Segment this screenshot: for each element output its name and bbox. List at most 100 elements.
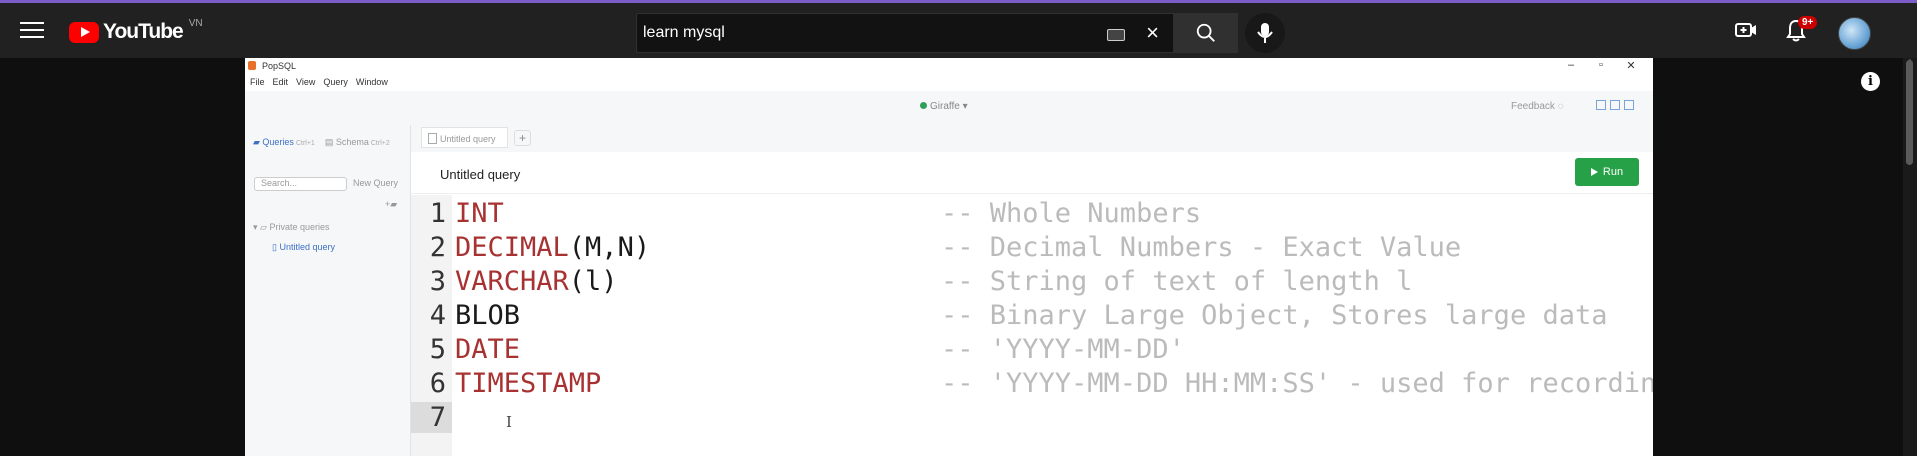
- page-scrollbar[interactable]: ▲: [1903, 58, 1917, 456]
- tab-schema-shortcut: Ctrl+2: [370, 140, 390, 147]
- new-query-button[interactable]: New Query: [353, 178, 398, 188]
- layout-toggles: [1596, 100, 1634, 110]
- line-number: 5: [429, 334, 446, 365]
- code-text: TIMESTAMP: [455, 368, 601, 399]
- layout-left-icon[interactable]: [1596, 100, 1606, 110]
- editor-line[interactable]: 7: [411, 402, 1653, 436]
- editor-line[interactable]: 2 DECIMAL(M,N) -- Decimal Numbers - Exact …: [411, 232, 1653, 266]
- youtube-logo[interactable]: YouTube VN: [69, 17, 203, 44]
- popsql-window: PopSQL – ▫ ✕ File Edit View Query Window…: [245, 58, 1653, 456]
- maximize-button[interactable]: ▫: [1586, 59, 1616, 71]
- connection-name: Giraffe: [930, 101, 960, 112]
- sql-comment: -- Decimal Numbers - Exact Value: [941, 232, 1462, 263]
- clear-icon[interactable]: ×: [1146, 20, 1159, 46]
- code-text: VARCHAR(l): [455, 266, 618, 297]
- query-tabs: Untitled query +: [411, 125, 1653, 152]
- tab-queries-shortcut: Ctrl+1: [295, 140, 315, 147]
- sql-comment: -- 'YYYY-MM-DD': [941, 334, 1185, 365]
- sql-keyword: VARCHAR: [455, 266, 569, 297]
- avatar[interactable]: [1838, 17, 1871, 50]
- editor-line[interactable]: 5 DATE -- 'YYYY-MM-DD': [411, 334, 1653, 368]
- search-icon: [1196, 23, 1215, 42]
- feedback-label: Feedback: [1511, 101, 1555, 112]
- sql-keyword: INT: [455, 198, 504, 229]
- connection-status-dot: [920, 102, 927, 109]
- sql-keyword: TIMESTAMP: [455, 368, 602, 399]
- minimize-button[interactable]: –: [1556, 59, 1586, 71]
- menu-query[interactable]: Query: [323, 75, 348, 91]
- line-number: 3: [429, 266, 446, 297]
- add-tab-button[interactable]: +: [514, 130, 531, 146]
- app-toolbar: Giraffe ▾ Feedback ◌: [245, 91, 1653, 125]
- scrollbar-thumb[interactable]: [1906, 60, 1913, 165]
- new-folder-icon[interactable]: +▰: [385, 199, 397, 210]
- tab-untitled-query[interactable]: Untitled query: [421, 127, 508, 148]
- sql-keyword: DECIMAL: [455, 232, 569, 263]
- editor-line[interactable]: 6 TIMESTAMP -- 'YYYY-MM-DD HH:MM:SS' - use…: [411, 368, 1653, 402]
- sql-comment: -- String of text of length l: [941, 266, 1413, 297]
- tree-group-label: Private queries: [269, 222, 330, 232]
- connection-selector[interactable]: Giraffe ▾: [920, 101, 968, 112]
- layout-right-icon[interactable]: [1624, 100, 1634, 110]
- search-button[interactable]: [1174, 13, 1238, 53]
- sidebar: ▰ Queries Ctrl+1 ▤ Schema Ctrl+2 Search...…: [245, 125, 411, 456]
- tab-queries[interactable]: ▰ Queries Ctrl+1: [253, 137, 315, 148]
- feedback-link[interactable]: Feedback ◌: [1511, 101, 1564, 112]
- run-button[interactable]: Run: [1575, 158, 1639, 186]
- tree-group-private[interactable]: ▾ ▱ Private queries: [253, 222, 329, 233]
- line-number: 6: [429, 368, 446, 399]
- tab-queries-label: Queries: [262, 137, 294, 147]
- editor-line[interactable]: 4 BLOB -- Binary Large Object, Stores larg…: [411, 300, 1653, 334]
- sidebar-tabs: ▰ Queries Ctrl+1 ▤ Schema Ctrl+2: [253, 137, 390, 148]
- editor-line[interactable]: 1 INT -- Whole Numbers: [411, 198, 1653, 232]
- mic-button[interactable]: [1245, 13, 1285, 53]
- menu-view[interactable]: View: [296, 75, 315, 91]
- editor-line[interactable]: 3 VARCHAR(l) -- String of text of length l: [411, 266, 1653, 300]
- layout-bottom-icon[interactable]: [1610, 100, 1620, 110]
- sql-comment: -- 'YYYY-MM-DD HH:MM:SS' - used for reco…: [941, 368, 1653, 399]
- close-button[interactable]: ✕: [1616, 59, 1646, 72]
- line-number: 4: [429, 300, 446, 331]
- tab-schema[interactable]: ▤ Schema Ctrl+2: [325, 137, 390, 148]
- code-text: DECIMAL(M,N): [455, 232, 650, 263]
- line-number: 1: [429, 198, 446, 229]
- sql-comment: -- Binary Large Object, Stores large dat…: [941, 300, 1608, 331]
- sidebar-search-input[interactable]: Search...: [254, 177, 347, 191]
- text-cursor-icon: I: [506, 413, 512, 431]
- window-title: PopSQL: [262, 61, 297, 71]
- sql-keyword: DATE: [455, 334, 521, 365]
- code-text: BLOB: [455, 300, 520, 331]
- sql-plain: (l): [568, 266, 618, 297]
- code-editor[interactable]: 1 INT -- Whole Numbers 2 DECIMAL(M,N) -- Deci…: [411, 195, 1653, 456]
- tree-item-query[interactable]: ▯ Untitled query: [272, 242, 335, 253]
- youtube-wordmark: YouTube: [103, 20, 184, 43]
- menu-window[interactable]: Window: [356, 75, 388, 91]
- menu-edit[interactable]: Edit: [273, 75, 289, 91]
- window-titlebar: PopSQL – ▫ ✕: [245, 58, 1653, 75]
- run-label: Run: [1602, 166, 1624, 178]
- sql-plain: (M,N): [568, 232, 651, 263]
- notification-badge: 9+: [1798, 16, 1818, 29]
- search-input[interactable]: learn mysql ×: [636, 13, 1174, 53]
- country-code: VN: [188, 17, 203, 29]
- youtube-play-icon: [69, 21, 99, 43]
- query-header: Untitled query Run: [411, 152, 1653, 194]
- line-number: 2: [429, 232, 446, 263]
- tree-item-label: Untitled query: [279, 242, 335, 252]
- line-number: 7: [411, 402, 452, 433]
- search-query[interactable]: learn mysql: [643, 24, 725, 42]
- popsql-app-icon: [248, 61, 256, 70]
- youtube-header: YouTube VN learn mysql × 9+: [0, 0, 1917, 58]
- code-text: DATE: [455, 334, 520, 365]
- sql-comment: -- Whole Numbers: [941, 198, 1202, 229]
- play-icon: [1590, 168, 1598, 176]
- code-text: INT: [455, 198, 504, 229]
- keyboard-icon[interactable]: [1107, 29, 1125, 41]
- info-icon[interactable]: i: [1861, 72, 1880, 91]
- create-icon[interactable]: [1735, 21, 1757, 44]
- menu-icon[interactable]: [20, 22, 44, 40]
- menu-file[interactable]: File: [250, 75, 265, 91]
- query-title[interactable]: Untitled query: [440, 167, 520, 182]
- sql-plain: BLOB: [455, 300, 521, 331]
- mic-icon: [1257, 23, 1273, 43]
